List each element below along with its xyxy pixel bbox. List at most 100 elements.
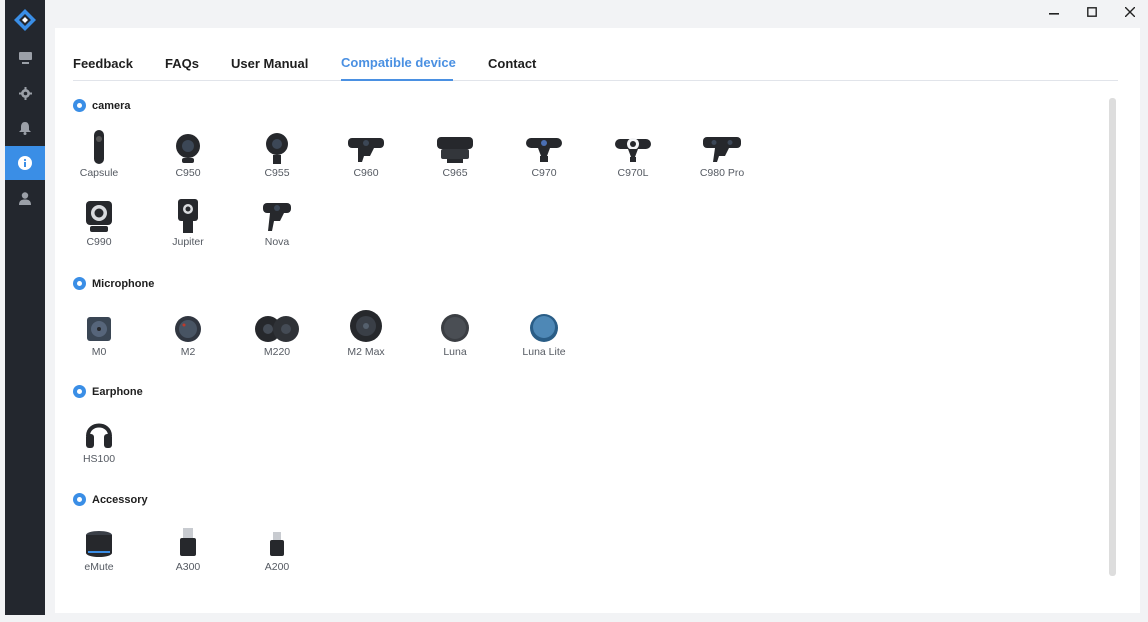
device-name: C955 <box>264 167 290 179</box>
device-m2-max[interactable]: M2 Max <box>331 307 401 358</box>
device-name: C950 <box>175 167 201 179</box>
close-icon <box>1125 7 1135 17</box>
device-m2[interactable]: M2 <box>153 307 223 358</box>
webcam-icon <box>348 138 384 162</box>
device-name: Jupiter <box>172 236 204 248</box>
device-capsule[interactable]: Capsule <box>64 128 134 179</box>
monitor-icon <box>18 52 32 64</box>
device-nova[interactable]: Nova <box>242 197 312 248</box>
device-c980-pro[interactable]: C980 Pro <box>687 128 757 179</box>
speaker-icon <box>530 314 558 342</box>
minimize-icon <box>1049 13 1059 15</box>
device-name: C980 Pro <box>699 167 745 179</box>
tab-bar: Feedback FAQs User Manual Compatible dev… <box>73 48 1118 81</box>
device-emute[interactable]: eMute <box>64 522 134 573</box>
webcam-icon <box>526 138 562 162</box>
main-panel: Feedback FAQs User Manual Compatible dev… <box>55 28 1140 613</box>
device-name: C970L <box>617 167 649 179</box>
webcam-icon <box>437 137 473 163</box>
speakerphone-icon <box>175 316 201 342</box>
device-name: A200 <box>264 561 290 573</box>
earphone-section-icon <box>73 385 86 398</box>
gear-icon <box>18 86 32 100</box>
section-title: Microphone <box>92 277 155 290</box>
sidebar-item-notifications[interactable] <box>5 111 45 145</box>
webcam-icon <box>178 199 198 233</box>
section-title: Earphone <box>92 385 143 398</box>
tab-contact[interactable]: Contact <box>488 56 536 71</box>
section-earphone-header: Earphone <box>73 385 143 398</box>
device-luna-lite[interactable]: Luna Lite <box>509 307 579 358</box>
speaker-icon <box>441 314 469 342</box>
camera-section-icon <box>73 99 86 112</box>
device-name: HS100 <box>82 453 116 465</box>
sidebar-item-devices[interactable] <box>5 41 45 75</box>
device-name: Nova <box>264 236 290 248</box>
webcam-icon <box>266 133 288 164</box>
device-c950[interactable]: C950 <box>153 128 223 179</box>
info-icon <box>18 156 32 170</box>
maximize-icon <box>1087 7 1097 17</box>
mute-button-icon <box>86 531 112 557</box>
device-name: Luna <box>443 346 467 358</box>
device-name: M2 Max <box>347 346 385 358</box>
device-m220[interactable]: M220 <box>242 307 312 358</box>
tab-compatible-device[interactable]: Compatible device <box>341 55 456 70</box>
tab-faqs[interactable]: FAQs <box>165 56 199 71</box>
device-name: eMute <box>84 561 114 573</box>
device-name: M0 <box>91 346 107 358</box>
device-c970l[interactable]: C970L <box>598 128 668 179</box>
device-name: M2 <box>180 346 196 358</box>
device-luna[interactable]: Luna <box>420 307 490 358</box>
webcam-icon <box>263 203 291 231</box>
device-name: Capsule <box>79 167 119 179</box>
device-name: C965 <box>442 167 468 179</box>
device-c960[interactable]: C960 <box>331 128 401 179</box>
device-hs100[interactable]: HS100 <box>64 414 134 465</box>
sidebar-item-settings[interactable] <box>5 76 45 110</box>
device-c965[interactable]: C965 <box>420 128 490 179</box>
section-title: camera <box>92 99 131 112</box>
webcam-icon <box>86 201 112 232</box>
app-logo-icon <box>14 9 36 31</box>
microphone-section-icon <box>73 277 86 290</box>
section-title: Accessory <box>92 493 148 506</box>
sidebar-item-about[interactable] <box>5 146 45 180</box>
headphones-icon <box>86 423 112 448</box>
section-accessory-header: Accessory <box>73 493 148 506</box>
speakerphone-icon <box>255 316 299 342</box>
device-name: M220 <box>263 346 291 358</box>
sidebar-item-account[interactable] <box>5 181 45 215</box>
minimize-button[interactable] <box>1043 2 1065 22</box>
close-button[interactable] <box>1119 2 1141 22</box>
maximize-button[interactable] <box>1081 2 1103 22</box>
tab-user-manual[interactable]: User Manual <box>231 56 308 71</box>
device-a300[interactable]: A300 <box>153 522 223 573</box>
device-a200[interactable]: A200 <box>242 522 312 573</box>
app-window: Feedback FAQs User Manual Compatible dev… <box>0 0 1148 622</box>
section-microphone-header: Microphone <box>73 277 154 290</box>
device-name: C990 <box>86 236 112 248</box>
active-tab-indicator <box>341 79 453 81</box>
bell-icon <box>19 121 31 135</box>
sidebar <box>5 0 45 615</box>
device-c990[interactable]: C990 <box>64 197 134 248</box>
webcam-icon <box>176 134 200 163</box>
accessory-section-icon <box>73 493 86 506</box>
device-c955[interactable]: C955 <box>242 128 312 179</box>
device-name: Luna Lite <box>522 346 566 358</box>
speakerphone-icon <box>350 310 382 342</box>
webcam-capsule-icon <box>94 130 104 164</box>
scrollbar[interactable] <box>1109 98 1116 576</box>
device-name: A300 <box>175 561 201 573</box>
device-m0[interactable]: M0 <box>64 307 134 358</box>
device-name: C970 <box>531 167 557 179</box>
section-camera-header: camera <box>73 99 131 112</box>
device-name: C960 <box>353 167 379 179</box>
webcam-icon <box>703 137 741 162</box>
device-c970[interactable]: C970 <box>509 128 579 179</box>
usb-dongle-icon <box>180 528 196 556</box>
device-jupiter[interactable]: Jupiter <box>153 197 223 248</box>
tab-feedback[interactable]: Feedback <box>73 56 133 71</box>
usb-dongle-icon <box>270 532 284 556</box>
